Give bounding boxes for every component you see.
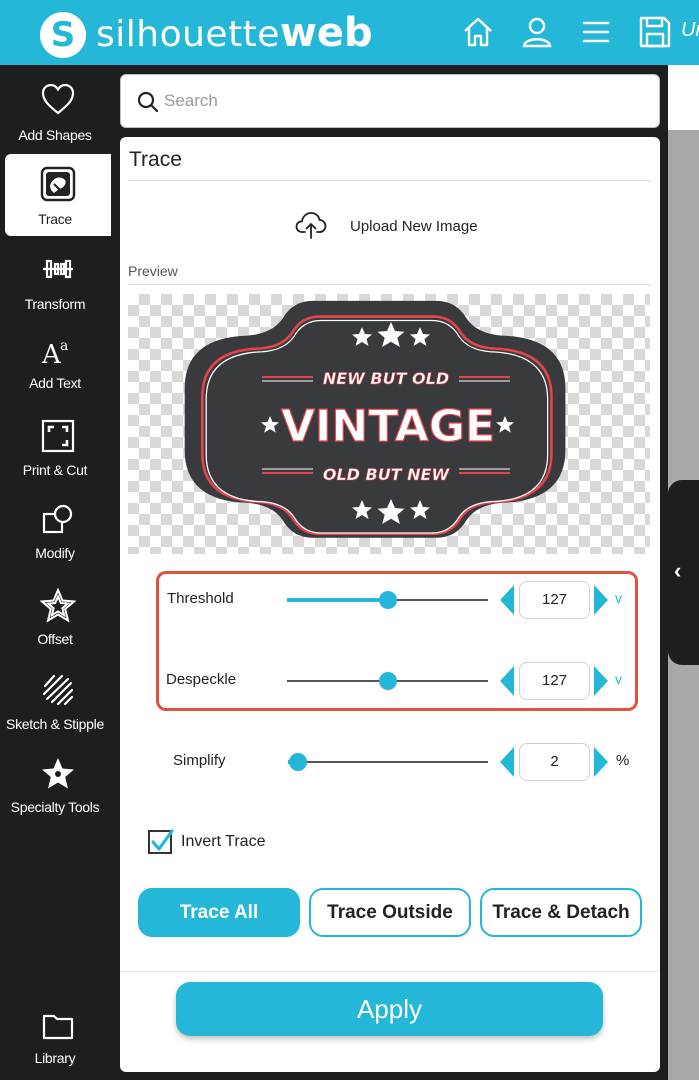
divider — [128, 284, 651, 285]
trace-preview-image: NEW BUT OLD VINTAGE OLD BUT NEW — [128, 294, 650, 554]
sidebar-item-add-text[interactable]: Aa Add Text — [5, 322, 111, 404]
logo-mark: S — [50, 15, 76, 55]
sidebar-item-label: Print & Cut — [22, 462, 88, 478]
simplify-row: Simplify 2 % — [120, 742, 660, 782]
sidebar-item-label: Library — [34, 1050, 76, 1066]
trace-panel: Trace Upload New Image Preview NEW BUT O… — [120, 137, 660, 1072]
despeckle-unit-dropdown[interactable]: v — [615, 671, 622, 687]
simplify-value-field[interactable]: 2 — [519, 743, 590, 781]
sidebar-item-specialty-tools[interactable]: Specialty Tools — [5, 744, 111, 826]
trace-icon — [40, 166, 76, 202]
brand-bold: web — [279, 10, 373, 56]
svg-text:A: A — [41, 340, 62, 370]
trace-all-button[interactable]: Trace All — [138, 888, 300, 937]
sidebar-item-add-shapes[interactable]: Add Shapes — [5, 70, 111, 152]
brand-wordmark: silhouetteweb — [96, 10, 373, 56]
silhouette-logo-icon: S — [40, 12, 86, 58]
sidebar-item-trace[interactable]: Trace — [5, 154, 111, 236]
collapse-panel-button[interactable]: ‹ — [668, 480, 699, 665]
trace-detach-button[interactable]: Trace & Detach — [480, 888, 642, 937]
invert-trace-checkbox[interactable] — [148, 829, 174, 854]
trace-outside-button[interactable]: Trace Outside — [309, 888, 471, 937]
invert-trace-label: Invert Trace — [181, 833, 266, 850]
sidebar-item-sketch-stipple[interactable]: Sketch & Stipple — [5, 660, 111, 742]
slider-thumb[interactable] — [289, 753, 307, 771]
slider-fill — [287, 679, 388, 683]
threshold-slider[interactable] — [287, 591, 488, 609]
threshold-value-field[interactable]: 127 — [519, 581, 590, 619]
svg-text:a: a — [60, 338, 68, 354]
simplify-slider[interactable] — [288, 753, 488, 771]
star-filled-icon — [40, 756, 76, 792]
search-box — [120, 74, 660, 128]
star-outline-icon — [39, 587, 77, 624]
threshold-increment-button[interactable] — [594, 585, 608, 615]
sidebar-item-label: Add Text — [29, 375, 81, 391]
brand-light: silhouette — [96, 14, 280, 55]
header-cut-text: Ur — [681, 19, 699, 41]
despeckle-label: Despeckle — [166, 671, 237, 688]
sidebar-item-label: Sketch & Stipple — [6, 716, 104, 732]
sidebar-item-library[interactable]: Library — [5, 996, 111, 1078]
threshold-row: Threshold 127 v — [120, 580, 660, 620]
upload-label: Upload New Image — [350, 218, 478, 235]
apply-button[interactable]: Apply — [176, 982, 603, 1036]
simplify-decrement-button[interactable] — [500, 747, 514, 777]
sidebar-item-transform[interactable]: Transform — [5, 239, 111, 321]
sidebar-item-label: Trace — [38, 211, 72, 227]
folder-icon — [40, 1008, 76, 1044]
slider-thumb[interactable] — [378, 672, 397, 690]
despeckle-slider[interactable] — [287, 672, 488, 690]
despeckle-row: Despeckle 127 v — [120, 661, 660, 701]
sidebar-item-label: Specialty Tools — [10, 799, 100, 815]
simplify-label: Simplify — [173, 752, 226, 769]
search-icon — [137, 91, 159, 113]
transform-icon — [40, 251, 76, 287]
sidebar-item-offset[interactable]: Offset — [5, 576, 111, 658]
sidebar-item-modify[interactable]: Modify — [5, 490, 111, 572]
divider — [120, 971, 660, 972]
cloud-upload-icon — [295, 211, 327, 239]
checkmark-icon — [151, 829, 174, 851]
simplify-increment-button[interactable] — [594, 747, 608, 777]
app-header: S silhouetteweb Ur — [0, 0, 699, 65]
chevron-left-icon: ‹ — [674, 558, 682, 583]
badge-text-bottom: OLD BUT NEW — [323, 465, 451, 484]
badge-text-top: NEW BUT OLD — [323, 369, 449, 388]
divider — [128, 180, 651, 181]
despeckle-decrement-button[interactable] — [500, 666, 514, 696]
heart-icon — [40, 82, 76, 118]
print-cut-icon — [40, 418, 76, 454]
sidebar-item-label: Offset — [37, 631, 73, 647]
sidebar-item-label: Add Shapes — [18, 127, 92, 143]
slider-fill — [287, 598, 388, 602]
threshold-label: Threshold — [167, 590, 234, 607]
modify-icon — [40, 502, 76, 538]
sidebar-item-print-cut[interactable]: Print & Cut — [5, 406, 111, 488]
sidebar-item-label: Transform — [24, 296, 86, 312]
save-icon[interactable] — [637, 14, 673, 50]
menu-icon[interactable] — [578, 14, 614, 50]
sidebar-item-label: Modify — [35, 545, 75, 561]
sketch-icon — [40, 672, 76, 708]
despeckle-value-field[interactable]: 127 — [519, 662, 590, 700]
despeckle-increment-button[interactable] — [594, 666, 608, 696]
panel-title: Trace — [129, 148, 182, 171]
user-icon[interactable] — [519, 14, 555, 50]
preview-label: Preview — [128, 263, 178, 279]
badge-text-main: VINTAGE — [281, 401, 495, 452]
threshold-decrement-button[interactable] — [500, 585, 514, 615]
search-input[interactable] — [164, 85, 644, 117]
canvas-area-top — [668, 65, 699, 130]
home-icon[interactable] — [460, 14, 496, 50]
simplify-unit-label: % — [616, 752, 630, 769]
text-icon: Aa — [40, 334, 76, 370]
upload-new-image-button[interactable]: Upload New Image — [290, 211, 510, 241]
slider-thumb[interactable] — [378, 591, 397, 609]
tool-sidebar: Add Shapes Trace Transform Aa Add Text P… — [0, 65, 113, 1080]
threshold-unit-dropdown[interactable]: v — [615, 590, 622, 606]
